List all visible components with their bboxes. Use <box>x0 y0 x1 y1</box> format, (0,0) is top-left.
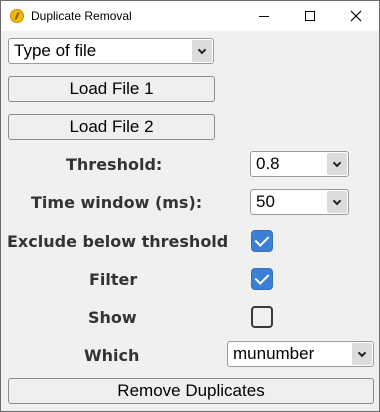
app-logo-icon <box>10 9 24 23</box>
threshold-select[interactable]: 0.8 <box>250 151 349 177</box>
show-label: Show <box>88 308 137 327</box>
time-window-value: 50 <box>256 192 275 211</box>
load-file-2-button[interactable]: Load File 2 <box>8 114 215 140</box>
close-button[interactable] <box>333 1 379 31</box>
chevron-down-icon <box>332 158 342 167</box>
dropdown-arrow <box>327 191 347 213</box>
minimize-button[interactable] <box>241 1 287 31</box>
minimize-icon <box>259 15 269 17</box>
dropdown-arrow <box>352 343 372 365</box>
app-window: Duplicate Removal Type of file Load File… <box>0 0 380 412</box>
dropdown-arrow <box>327 153 347 175</box>
file-type-value: Type of file <box>14 41 97 60</box>
threshold-label: Threshold: <box>66 155 163 174</box>
main-panel: Type of file Load File 1 Load File 2 Thr… <box>2 31 378 411</box>
show-checkbox[interactable] <box>251 306 273 328</box>
maximize-button[interactable] <box>287 1 333 31</box>
time-window-label: Time window (ms): <box>31 193 203 212</box>
maximize-icon <box>305 11 315 21</box>
exclude-below-threshold-checkbox[interactable] <box>251 230 273 252</box>
time-window-select[interactable]: 50 <box>250 189 349 215</box>
file-type-select[interactable]: Type of file <box>8 38 214 64</box>
window-title: Duplicate Removal <box>31 9 132 23</box>
which-label: Which <box>84 346 140 365</box>
load-file-1-button[interactable]: Load File 1 <box>8 76 215 102</box>
which-value: munumber <box>233 344 315 363</box>
threshold-value: 0.8 <box>256 154 280 173</box>
filter-checkbox[interactable] <box>251 268 273 290</box>
filter-label: Filter <box>89 270 138 289</box>
chevron-down-icon <box>332 196 342 205</box>
chevron-down-icon <box>197 45 207 54</box>
close-icon <box>350 10 362 22</box>
chevron-down-icon <box>357 348 367 357</box>
remove-duplicates-button[interactable]: Remove Duplicates <box>8 378 374 404</box>
dropdown-arrow <box>192 40 212 62</box>
exclude-below-threshold-label: Exclude below threshold <box>7 232 229 251</box>
title-bar: Duplicate Removal <box>1 1 379 31</box>
which-select[interactable]: munumber <box>227 341 374 367</box>
